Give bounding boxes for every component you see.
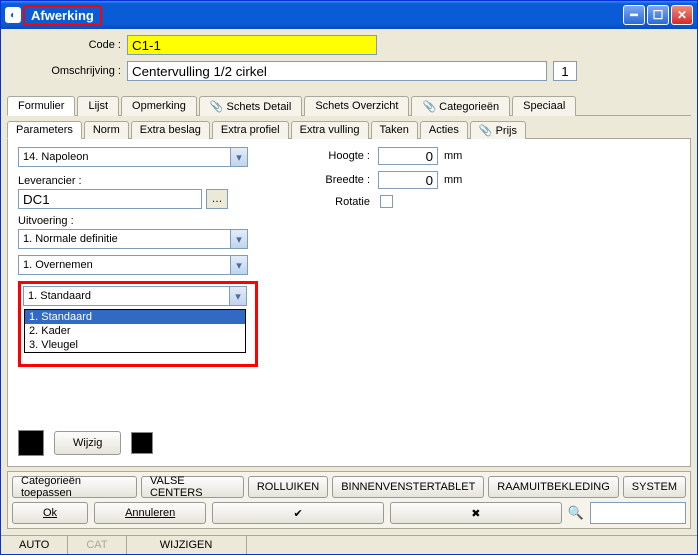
- valse-centers-button[interactable]: VALSE CENTERS: [141, 476, 244, 498]
- status-wijzigen: WIJZIGEN: [127, 536, 247, 554]
- tab-formulier[interactable]: Formulier: [7, 96, 75, 116]
- client-area: Code : Omschrijving : Formulier Lijst Op…: [1, 29, 697, 535]
- ok-button[interactable]: Ok: [12, 502, 88, 524]
- type-value: 14. Napoleon: [23, 151, 88, 163]
- cat-toepassen-button[interactable]: Categorieën toepassen: [12, 476, 137, 498]
- tab-parameters[interactable]: Parameters: [7, 121, 82, 139]
- titlebar: ◐ Afwerking ━ ☐ ✕: [1, 1, 697, 29]
- cancel-button[interactable]: ✖: [390, 502, 562, 524]
- window-title: Afwerking: [25, 8, 623, 23]
- status-auto: AUTO: [1, 536, 68, 554]
- tab-norm[interactable]: Norm: [84, 121, 129, 139]
- breedte-input[interactable]: [378, 171, 438, 189]
- tab-opmerking[interactable]: Opmerking: [121, 96, 197, 116]
- parameters-panel: 14. Napoleon ▾ Leverancier : … Uitvoerin…: [7, 139, 691, 467]
- minimize-button[interactable]: ━: [623, 5, 645, 25]
- hoogte-label: Hoogte :: [318, 150, 378, 162]
- status-cat: CAT: [68, 536, 126, 554]
- color-swatch-secondary[interactable]: [131, 432, 153, 454]
- tab-lijst[interactable]: Lijst: [77, 96, 119, 116]
- breedte-label: Breedte :: [318, 174, 378, 186]
- uitvoering-label: Uitvoering :: [18, 215, 258, 227]
- tab-taken[interactable]: Taken: [371, 121, 418, 139]
- index-input[interactable]: [553, 61, 577, 81]
- tab-schets-detail[interactable]: 📎Schets Detail: [199, 96, 303, 116]
- app-icon: ◐: [5, 7, 21, 23]
- tab-acties[interactable]: Acties: [420, 121, 468, 139]
- close-button[interactable]: ✕: [671, 5, 693, 25]
- hoogte-unit: mm: [444, 150, 462, 162]
- rotatie-checkbox[interactable]: [380, 195, 393, 208]
- color-swatch-primary[interactable]: [18, 430, 44, 456]
- leverancier-label: Leverancier :: [18, 175, 258, 187]
- attach-icon: 📎: [479, 125, 493, 137]
- confirm-button[interactable]: ✔: [212, 502, 384, 524]
- dropdown-option[interactable]: 2. Kader: [25, 324, 245, 338]
- leverancier-lookup-button[interactable]: …: [206, 189, 228, 209]
- chevron-down-icon: ▾: [230, 230, 247, 248]
- desc-input[interactable]: [127, 61, 547, 81]
- raamuitbekleding-button[interactable]: RAAMUITBEKLEDING: [488, 476, 618, 498]
- breedte-unit: mm: [444, 174, 462, 186]
- tabs-sub: Parameters Norm Extra beslag Extra profi…: [7, 120, 691, 139]
- desc-label: Omschrijving :: [7, 65, 127, 77]
- tab-extra-beslag[interactable]: Extra beslag: [131, 121, 210, 139]
- attach-icon: 📎: [422, 101, 436, 113]
- tab-extra-profiel[interactable]: Extra profiel: [212, 121, 289, 139]
- tab-extra-vulling[interactable]: Extra vulling: [291, 121, 369, 139]
- chevron-down-icon: ▾: [229, 287, 246, 305]
- tab-speciaal[interactable]: Speciaal: [512, 96, 576, 116]
- uitvoering-value: 1. Normale definitie: [23, 233, 118, 245]
- standaard-combo[interactable]: 1. Standaard ▾ 1. Standaard 2. Kader 3. …: [23, 286, 247, 306]
- binoculars-icon[interactable]: 🔍: [568, 505, 584, 521]
- system-button[interactable]: SYSTEM: [623, 476, 686, 498]
- status-bar: AUTO CAT WIJZIGEN: [1, 535, 697, 554]
- tab-prijs[interactable]: 📎Prijs: [470, 121, 526, 139]
- type-combo[interactable]: 14. Napoleon ▾: [18, 147, 248, 167]
- highlighted-dropdown: 1. Standaard ▾ 1. Standaard 2. Kader 3. …: [18, 281, 258, 367]
- dropdown-option[interactable]: 1. Standaard: [25, 310, 245, 324]
- tab-schets-overzicht[interactable]: Schets Overzicht: [304, 96, 409, 116]
- uitvoering-combo[interactable]: 1. Normale definitie ▾: [18, 229, 248, 249]
- search-input[interactable]: [590, 502, 686, 524]
- overnemen-value: 1. Overnemen: [23, 259, 93, 271]
- window: ◐ Afwerking ━ ☐ ✕ Code : Omschrijving : …: [0, 0, 698, 555]
- standaard-dropdown-list: 1. Standaard 2. Kader 3. Vleugel: [24, 309, 246, 353]
- attach-icon: 📎: [210, 101, 224, 113]
- wijzig-button[interactable]: Wijzig: [54, 431, 121, 455]
- maximize-button[interactable]: ☐: [647, 5, 669, 25]
- tabs-top: Formulier Lijst Opmerking 📎Schets Detail…: [7, 95, 691, 116]
- rotatie-label: Rotatie: [318, 196, 378, 208]
- leverancier-input[interactable]: [18, 189, 202, 209]
- chevron-down-icon: ▾: [230, 148, 247, 166]
- annuleren-button[interactable]: Annuleren: [94, 502, 206, 524]
- code-label: Code :: [7, 39, 127, 51]
- hoogte-input[interactable]: [378, 147, 438, 165]
- rolluiken-button[interactable]: ROLLUIKEN: [248, 476, 328, 498]
- bottom-toolbar: Categorieën toepassen VALSE CENTERS ROLL…: [7, 471, 691, 529]
- binnenvenstertablet-button[interactable]: BINNENVENSTERTABLET: [332, 476, 484, 498]
- tab-categorieen[interactable]: 📎Categorieën: [411, 96, 510, 116]
- standaard-value: 1. Standaard: [28, 290, 91, 302]
- overnemen-combo[interactable]: 1. Overnemen ▾: [18, 255, 248, 275]
- chevron-down-icon: ▾: [230, 256, 247, 274]
- dropdown-option[interactable]: 3. Vleugel: [25, 338, 245, 352]
- code-input[interactable]: [127, 35, 377, 55]
